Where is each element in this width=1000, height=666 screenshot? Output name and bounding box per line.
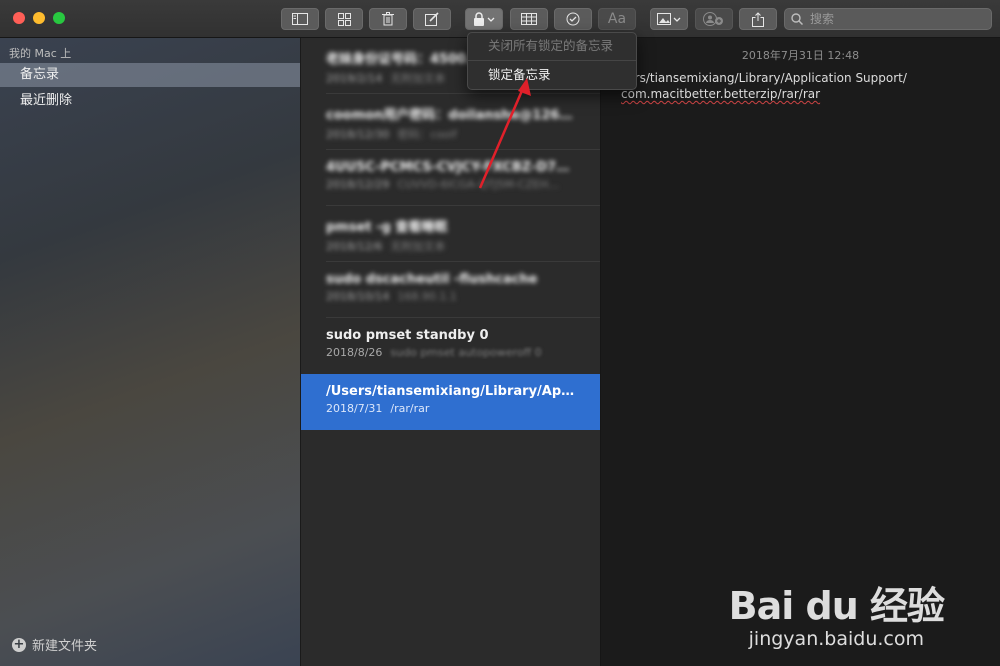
compose-icon [425, 12, 439, 26]
share-button[interactable] [739, 8, 777, 30]
grid-icon [337, 12, 351, 26]
close-window-button[interactable] [13, 12, 25, 24]
table-icon [521, 13, 537, 25]
note-title: 4UU5C-PCMCS-CVJCY-FXCBZ-D7CA4 [326, 160, 575, 175]
note-meta: 2018/12/30 密码：coolf [326, 126, 575, 142]
note-list-item[interactable]: 4UU5C-PCMCS-CVJCY-FXCBZ-D7CA4 2018/12/29… [301, 150, 600, 206]
lock-icon [474, 12, 495, 26]
note-list-item[interactable]: pmset -g 查看睡眠 2018/12/6 无附加文本 [301, 206, 600, 262]
note-date: 2018/7/31 [326, 402, 383, 415]
search-icon [791, 13, 803, 25]
insert-media-button[interactable] [650, 8, 688, 30]
note-body-line: com.macitbetter.betterzip/rar/rar [621, 86, 981, 102]
note-list-item[interactable]: coomon用户密码：doilanshe@126.com 2018/12/30 密… [301, 94, 600, 150]
baidu-watermark: Bai du 经验 jingyan.baidu.com [728, 575, 945, 650]
note-title: sudo pmset standby 0 [326, 328, 489, 343]
new-note-button[interactable] [413, 8, 451, 30]
note-title: /Users/tiansemixiang/Library/Applica... [326, 384, 575, 399]
note-preview: 无附加文本 [390, 240, 446, 253]
menu-separator [468, 60, 636, 61]
note-title: coomon用户密码：doilanshe@126.com [326, 108, 575, 123]
note-date: 2018/12/29 [326, 178, 390, 191]
note-title: sudo dscacheutil -flushcache [326, 272, 538, 287]
note-editor[interactable]: 2018年7月31日 12:48 sers/tiansemixiang/Libr… [601, 38, 1000, 666]
add-people-button[interactable] [695, 8, 733, 30]
note-body[interactable]: sers/tiansemixiang/Library/Application S… [621, 70, 981, 102]
sidebar-icon [292, 13, 308, 25]
sidebar-item-notes[interactable]: 备忘录 [0, 63, 300, 87]
lock-dropdown-menu: 关闭所有锁定的备忘录 锁定备忘录 [467, 32, 637, 90]
note-meta: 2018/12/29 CUVVD-6ICGA-QTJ5M-CZEH… [326, 178, 575, 191]
note-preview: 密码：coolf [397, 128, 457, 141]
note-date: 2019/2/14 [326, 72, 383, 85]
watermark-url: jingyan.baidu.com [748, 628, 924, 650]
notes-list: 老妹身份证号码：4500… 2019/2/14 无附加文本 coomon用户密码：… [301, 38, 601, 666]
lock-note-button[interactable] [465, 8, 503, 30]
sidebar-section-title: 我的 Mac 上 [9, 47, 72, 60]
note-date: 2018/10/14 [326, 290, 390, 303]
note-preview: 168.90.1.1 [397, 290, 457, 303]
note-text: sers/tiansemixiang/Library/Application S… [621, 71, 907, 85]
note-preview: CUVVD-6ICGA-QTJ5M-CZEH… [397, 178, 560, 191]
trash-icon [382, 12, 394, 26]
toggle-sidebar-button[interactable] [281, 8, 319, 30]
folders-sidebar: 我的 Mac 上 备忘录 最近删除 + 新建文件夹 [0, 38, 301, 666]
note-preview: sudo pmset autopoweroff 0 [390, 346, 542, 359]
note-meta: 2018/7/31/rar/rar [326, 402, 575, 415]
note-meta: 2018/8/26 sudo pmset autopoweroff 0 [326, 346, 575, 359]
menu-item-lock-note[interactable]: 锁定备忘录 [468, 62, 636, 88]
new-folder-label: 新建文件夹 [32, 639, 98, 654]
note-timestamp: 2018年7月31日 12:48 [741, 49, 860, 62]
note-text: com.macitbetter.betterzip/rar/rar [621, 87, 821, 101]
note-list-item[interactable]: sudo pmset standby 0 2018/8/26 sudo pmset… [301, 318, 600, 374]
menu-item-close-all-locked: 关闭所有锁定的备忘录 [488, 38, 614, 53]
baidu-logo: Bai du 经验 [728, 584, 945, 628]
note-body-line: sers/tiansemixiang/Library/Application S… [621, 70, 981, 86]
note-date: 2018/12/30 [326, 128, 390, 141]
photo-icon [657, 13, 681, 25]
note-list-item[interactable]: sudo dscacheutil -flushcache 2018/10/14 1… [301, 262, 600, 318]
search-input[interactable] [808, 11, 982, 27]
add-person-icon [703, 12, 723, 26]
delete-button[interactable] [369, 8, 407, 30]
note-list-item-selected[interactable]: /Users/tiansemixiang/Library/Applica... … [301, 374, 600, 430]
note-date: 2018/8/26 [326, 346, 383, 359]
note-title: pmset -g 查看睡眠 [326, 220, 448, 235]
note-date: 2018/12/6 [326, 240, 383, 253]
checklist-button[interactable] [554, 8, 592, 30]
table-button[interactable] [510, 8, 548, 30]
gallery-view-button[interactable] [325, 8, 363, 30]
note-meta: 2018/12/6 无附加文本 [326, 238, 575, 254]
minimize-window-button[interactable] [33, 12, 45, 24]
note-preview: /rar/rar [390, 402, 430, 415]
checkmark-circle-icon [566, 12, 580, 26]
new-folder-button[interactable]: + 新建文件夹 [12, 635, 97, 654]
sidebar-item-recently-deleted[interactable]: 最近删除 [0, 89, 300, 113]
font-format-label: Aa [607, 11, 627, 27]
search-field[interactable] [784, 8, 992, 30]
note-preview: 无附加文本 [390, 72, 446, 85]
zoom-window-button[interactable] [53, 12, 65, 24]
note-meta: 2018/10/14 168.90.1.1 [326, 290, 575, 303]
font-format-button[interactable]: Aa [598, 8, 636, 30]
plus-circle-icon: + [12, 636, 26, 652]
share-icon [752, 11, 764, 27]
